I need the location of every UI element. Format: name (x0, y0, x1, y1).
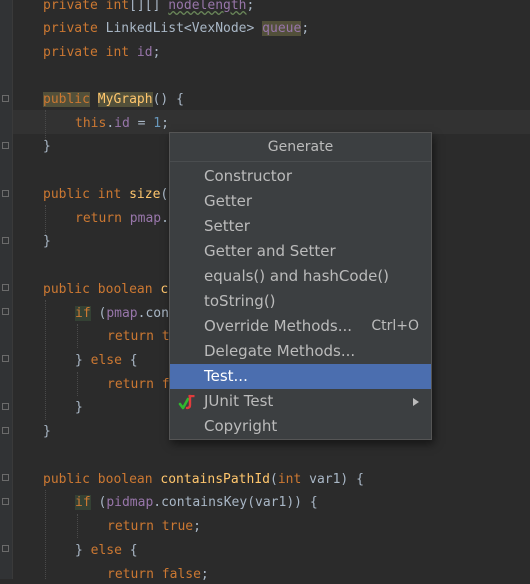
menu-item-getter[interactable]: Getter (170, 189, 431, 214)
menu-item-tostring[interactable]: toString() (170, 289, 431, 314)
menu-item-equals-hashcode[interactable]: equals() and hashCode() (170, 264, 431, 289)
menu-item-label: Getter and Setter (204, 242, 336, 260)
fold-marker-icon[interactable] (2, 308, 9, 315)
menu-item-label: equals() and hashCode() (204, 267, 390, 285)
menu-item-setter[interactable]: Setter (170, 214, 431, 239)
fold-marker-icon[interactable] (2, 237, 9, 244)
menu-item-copyright[interactable]: Copyright (170, 414, 431, 439)
code-line: return true; (107, 519, 201, 534)
menu-item-label: Constructor (204, 167, 293, 185)
code-line: return f (107, 377, 170, 392)
code-line: public boolean c (43, 282, 169, 297)
code-line: } (43, 234, 51, 249)
code-line: public MyGraph() { (43, 92, 184, 107)
menu-item-shortcut: Ctrl+O (371, 318, 419, 334)
code-line: } else { (75, 543, 138, 558)
menu-item-label: Test... (204, 367, 248, 385)
code-line: } (43, 139, 51, 154)
menu-item-getter-and-setter[interactable]: Getter and Setter (170, 239, 431, 264)
menu-item-junit-test[interactable]: JUnit Test (170, 389, 431, 414)
code-line: private int[][] nodelength; (43, 0, 255, 13)
indent-guide (45, 205, 46, 235)
fold-marker-icon[interactable] (2, 284, 9, 291)
fold-marker-icon[interactable] (2, 95, 9, 102)
junit-icon (178, 394, 195, 410)
code-line: return false; (107, 567, 209, 582)
code-line: private LinkedList<VexNode> queue; (43, 21, 310, 36)
code-line: } else { (75, 353, 138, 368)
fold-marker-icon[interactable] (2, 355, 9, 362)
code-line: if (pidmap.containsKey(var1)) { (75, 495, 318, 510)
menu-item-override-methods[interactable]: Override Methods... Ctrl+O (170, 314, 431, 339)
fold-marker-icon[interactable] (2, 545, 9, 552)
menu-item-label: JUnit Test (204, 392, 274, 410)
indent-guide (45, 300, 46, 420)
code-line: public boolean containsPathId(int var1) … (43, 472, 364, 487)
code-line: } (43, 424, 51, 439)
fold-marker-icon[interactable] (2, 142, 9, 149)
generate-popup: Generate Constructor Getter Setter Gette… (169, 132, 432, 440)
menu-item-label: toString() (204, 292, 276, 310)
menu-item-constructor[interactable]: Constructor (170, 164, 431, 189)
code-line: return t (107, 329, 170, 344)
fold-marker-icon[interactable] (2, 498, 9, 505)
menu-item-label: Setter (204, 217, 250, 235)
code-line: public int size( (43, 187, 169, 202)
code-line: return pmap. (75, 211, 169, 226)
fold-marker-icon[interactable] (2, 403, 9, 410)
indent-guide (77, 372, 78, 396)
indent-guide (77, 514, 78, 538)
code-line: this.id = 1; (75, 116, 169, 131)
popup-menu-list: Constructor Getter Setter Getter and Set… (170, 164, 431, 439)
indent-guide (45, 490, 46, 579)
fold-marker-icon[interactable] (2, 474, 9, 481)
gutter-divider (12, 0, 13, 579)
popup-title: Generate (170, 133, 431, 162)
menu-item-label: Delegate Methods... (204, 342, 356, 360)
indent-guide (45, 110, 46, 140)
fold-marker-icon[interactable] (2, 427, 9, 434)
menu-item-delegate-methods[interactable]: Delegate Methods... (170, 339, 431, 364)
menu-item-label: Override Methods... (204, 317, 353, 335)
code-line: private int id; (43, 45, 161, 60)
indent-guide (77, 324, 78, 348)
code-line: if (pmap.con (75, 306, 169, 321)
fold-marker-icon[interactable] (2, 190, 9, 197)
submenu-arrow-icon (413, 398, 419, 406)
menu-item-label: Getter (204, 192, 253, 210)
menu-item-label: Copyright (204, 417, 278, 435)
menu-item-test[interactable]: Test... (170, 364, 431, 389)
code-line: } (75, 400, 83, 415)
